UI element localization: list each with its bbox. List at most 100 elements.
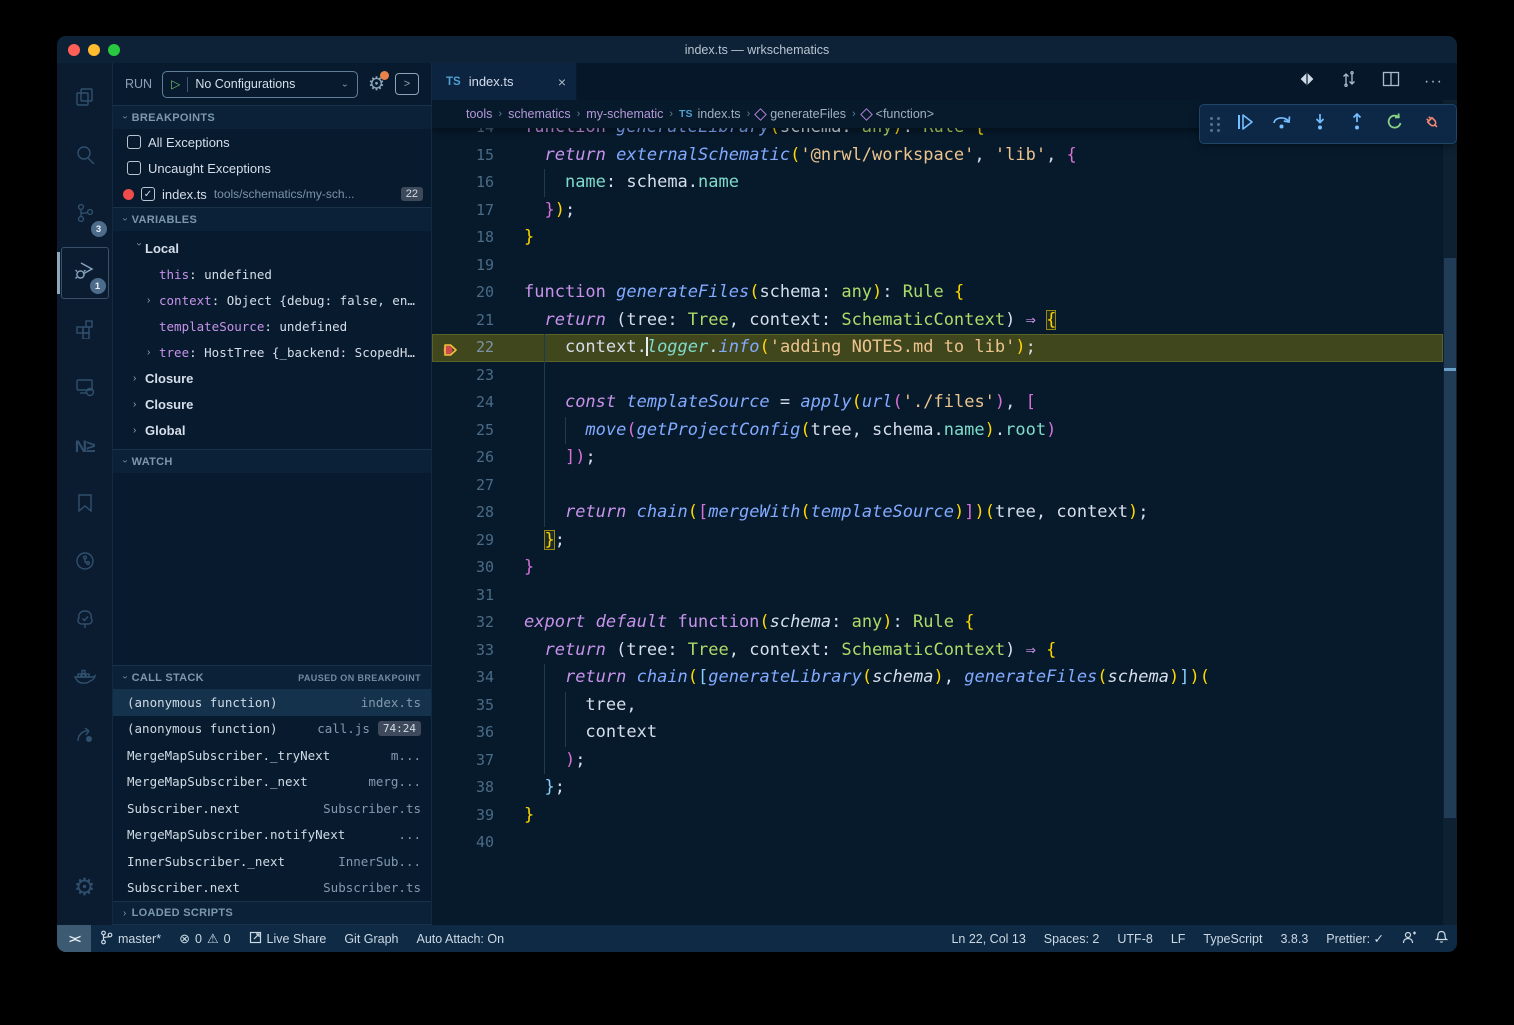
code-line[interactable]: 22 context.logger.info('adding NOTES.md … — [432, 334, 1443, 362]
variable-row[interactable]: ›tree: HostTree {_backend: ScopedH… — [113, 339, 431, 365]
breadcrumb-item[interactable]: tools — [466, 107, 492, 121]
configure-launch-button[interactable]: ⚙ — [368, 73, 385, 96]
breakpoint-row[interactable]: ✓index.tstools/schematics/my-sch...22 — [113, 181, 431, 207]
sidebar-item-source-control[interactable]: 3 — [61, 189, 109, 241]
breakpoint-row[interactable]: All Exceptions — [113, 129, 431, 155]
code-line[interactable]: 36 context — [432, 719, 1443, 747]
notifications-item[interactable] — [1426, 925, 1457, 952]
line-number[interactable]: 31 — [432, 582, 494, 610]
variable-scope-row[interactable]: ›Local — [113, 235, 431, 261]
continue-button[interactable] — [1231, 110, 1259, 138]
code-line[interactable]: 39} — [432, 802, 1443, 830]
code-line[interactable]: 27 — [432, 472, 1443, 500]
line-number[interactable]: 28 — [432, 499, 494, 527]
sidebar-item-remote-explorer[interactable] — [61, 363, 109, 415]
code-line[interactable]: 24 const templateSource = apply(url('./f… — [432, 389, 1443, 417]
sidebar-item-git-history[interactable] — [61, 537, 109, 589]
restart-button[interactable] — [1381, 110, 1409, 138]
cursor-position-item[interactable]: Ln 22, Col 13 — [942, 925, 1034, 952]
line-number[interactable]: 29 — [432, 527, 494, 555]
code-line[interactable]: 31 — [432, 582, 1443, 610]
line-number[interactable]: 32 — [432, 609, 494, 637]
sidebar-item-deploy[interactable] — [61, 711, 109, 763]
line-number[interactable]: 34 — [432, 664, 494, 692]
code-line[interactable]: 40 — [432, 829, 1443, 857]
prettier-item[interactable]: Prettier: ✓ — [1317, 925, 1393, 952]
step-into-button[interactable] — [1306, 110, 1334, 138]
ts-version-item[interactable]: 3.8.3 — [1271, 925, 1317, 952]
drag-handle[interactable] — [1210, 117, 1221, 132]
breakpoint-checkbox[interactable] — [127, 161, 141, 175]
line-number[interactable]: 37 — [432, 747, 494, 775]
scrollbar-slider[interactable] — [1444, 258, 1456, 818]
editor-scrollbar[interactable] — [1443, 100, 1457, 925]
code-line[interactable]: 30} — [432, 554, 1443, 582]
line-number[interactable]: 27 — [432, 472, 494, 500]
live-share-item[interactable]: Live Share — [240, 925, 336, 952]
call-stack-frame[interactable]: InnerSubscriber._nextInnerSub... — [113, 848, 431, 875]
close-tab-icon[interactable]: × — [558, 74, 566, 90]
call-stack-frame[interactable]: MergeMapSubscriber._tryNextm... — [113, 742, 431, 769]
sidebar-item-bookmarks[interactable] — [61, 479, 109, 531]
minimize-window-button[interactable] — [88, 44, 100, 56]
line-number[interactable]: 21 — [432, 307, 494, 335]
code-line[interactable]: 26 ]); — [432, 444, 1443, 472]
language-mode-item[interactable]: TypeScript — [1194, 925, 1271, 952]
line-number[interactable]: 36 — [432, 719, 494, 747]
sidebar-item-docker[interactable] — [61, 653, 109, 705]
loaded-scripts-section-header[interactable]: › LOADED SCRIPTS — [113, 901, 431, 925]
breakpoints-section-header[interactable]: › BREAKPOINTS — [113, 105, 431, 129]
breadcrumb-item[interactable]: TSindex.ts — [679, 107, 741, 121]
line-number[interactable]: 35 — [432, 692, 494, 720]
maximize-window-button[interactable] — [108, 44, 120, 56]
synchronize-button[interactable] — [1340, 70, 1358, 93]
line-number[interactable]: 24 — [432, 389, 494, 417]
sidebar-item-test-explorer[interactable] — [61, 595, 109, 647]
line-number[interactable]: 33 — [432, 637, 494, 665]
line-number[interactable]: 15 — [432, 142, 494, 170]
line-number[interactable]: 30 — [432, 554, 494, 582]
call-stack-frame[interactable]: (anonymous function)call.js74:24 — [113, 716, 431, 743]
auto-attach-item[interactable]: Auto Attach: On — [408, 925, 514, 952]
code-line[interactable]: 28 return chain([mergeWith(templateSourc… — [432, 499, 1443, 527]
more-actions-button[interactable]: ··· — [1424, 73, 1443, 91]
breadcrumb-item[interactable]: <function> — [862, 107, 934, 121]
line-number[interactable]: 38 — [432, 774, 494, 802]
code-line[interactable]: 32export default function(schema: any): … — [432, 609, 1443, 637]
breadcrumb-item[interactable]: schematics — [508, 107, 571, 121]
close-window-button[interactable] — [68, 44, 80, 56]
code-line[interactable]: 16 name: schema.name — [432, 169, 1443, 197]
code-line[interactable]: 17 }); — [432, 197, 1443, 225]
breakpoint-row[interactable]: Uncaught Exceptions — [113, 155, 431, 181]
variable-scope-row[interactable]: ›Closure — [113, 365, 431, 391]
debug-console-button[interactable]: > — [395, 73, 419, 95]
code-line[interactable]: 18} — [432, 224, 1443, 252]
split-editor-button[interactable] — [1382, 71, 1400, 92]
step-over-button[interactable] — [1269, 110, 1297, 138]
line-number[interactable]: 18 — [432, 224, 494, 252]
current-statement-breakpoint-icon[interactable] — [442, 340, 458, 368]
line-number[interactable]: 17 — [432, 197, 494, 225]
variable-row[interactable]: templateSource: undefined — [113, 313, 431, 339]
sidebar-item-run-debug[interactable]: 1 — [61, 247, 109, 299]
code-line[interactable]: 21 return (tree: Tree, context: Schemati… — [432, 307, 1443, 335]
problems-item[interactable]: ⊗ 0 ⚠ 0 — [170, 925, 239, 952]
line-number[interactable]: 25 — [432, 417, 494, 445]
call-stack-frame[interactable]: MergeMapSubscriber.notifyNext... — [113, 822, 431, 849]
variables-section-header[interactable]: › VARIABLES — [113, 207, 431, 231]
code-line[interactable]: 20function generateFiles(schema: any): R… — [432, 279, 1443, 307]
call-stack-frame[interactable]: MergeMapSubscriber._nextmerg... — [113, 769, 431, 796]
call-stack-section-header[interactable]: › CALL STACK PAUSED ON BREAKPOINT — [113, 665, 431, 689]
code-line[interactable]: 38 }; — [432, 774, 1443, 802]
breadcrumb-item[interactable]: generateFiles — [756, 107, 846, 121]
line-number[interactable]: 16 — [432, 169, 494, 197]
line-number[interactable]: 20 — [432, 279, 494, 307]
open-changes-button[interactable] — [1298, 70, 1316, 93]
code-line[interactable]: 15 return externalSchematic('@nrwl/works… — [432, 142, 1443, 170]
variable-row[interactable]: ›context: Object {debug: false, en… — [113, 287, 431, 313]
call-stack-frame[interactable]: Subscriber.nextSubscriber.ts — [113, 875, 431, 902]
line-number[interactable]: 39 — [432, 802, 494, 830]
sidebar-item-explorer[interactable] — [61, 73, 109, 125]
code-line[interactable]: 34 return chain([generateLibrary(schema)… — [432, 664, 1443, 692]
variable-row[interactable]: this: undefined — [113, 261, 431, 287]
